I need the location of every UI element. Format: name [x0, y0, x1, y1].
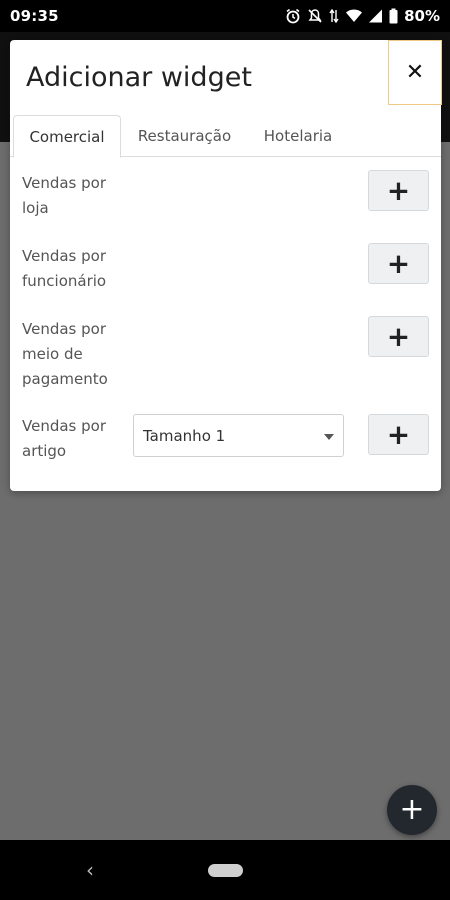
add-widget-vendas-artigo-button[interactable]: + [368, 414, 429, 455]
add-widget-vendas-loja-button[interactable]: + [368, 170, 429, 211]
mute-icon [308, 9, 322, 23]
close-button[interactable]: ✕ [388, 40, 442, 105]
tab-hotelaria[interactable]: Hotelaria [248, 115, 348, 157]
add-fab-button[interactable]: + [387, 785, 437, 835]
battery-percentage: 80% [404, 7, 440, 25]
widget-label-vendas-artigo: Vendas por artigo [22, 417, 106, 460]
wifi-icon [346, 9, 363, 22]
status-icons: 80% [285, 7, 440, 25]
navigation-bar: ‹ [0, 840, 450, 900]
size-select-value: Tamanho 1 [143, 426, 226, 445]
tab-comercial[interactable]: Comercial [13, 115, 121, 158]
size-select[interactable]: Tamanho 1 [133, 414, 344, 457]
dialog-title: Adicionar widget [26, 62, 252, 93]
alarm-icon [286, 8, 300, 24]
tab-restauracao[interactable]: Restauração [124, 115, 245, 157]
add-widget-dialog: Adicionar widget ✕ Comercial Restauração… [10, 40, 442, 491]
battery-icon [389, 8, 398, 24]
add-widget-vendas-pagamento-button[interactable]: + [368, 316, 429, 357]
tab-bar: Comercial Restauração Hotelaria [10, 115, 441, 158]
widget-label-vendas-loja: Vendas por loja [22, 174, 106, 217]
widget-label-vendas-funcionario: Vendas por funcionário [22, 247, 107, 290]
widget-label-vendas-pagamento: Vendas por meio de pagamento [22, 320, 108, 388]
data-arrows-icon [329, 8, 339, 24]
back-icon[interactable]: ‹ [80, 858, 100, 882]
home-pill-icon[interactable] [208, 864, 243, 877]
status-bar: 09:35 80% [0, 0, 450, 32]
screen: 09:35 80% Adicionar widget ✕ Comercial R… [0, 0, 450, 900]
add-widget-vendas-funcionario-button[interactable]: + [368, 243, 429, 284]
signal-icon [369, 9, 383, 23]
status-time: 09:35 [10, 7, 59, 25]
chevron-down-icon [324, 434, 334, 440]
